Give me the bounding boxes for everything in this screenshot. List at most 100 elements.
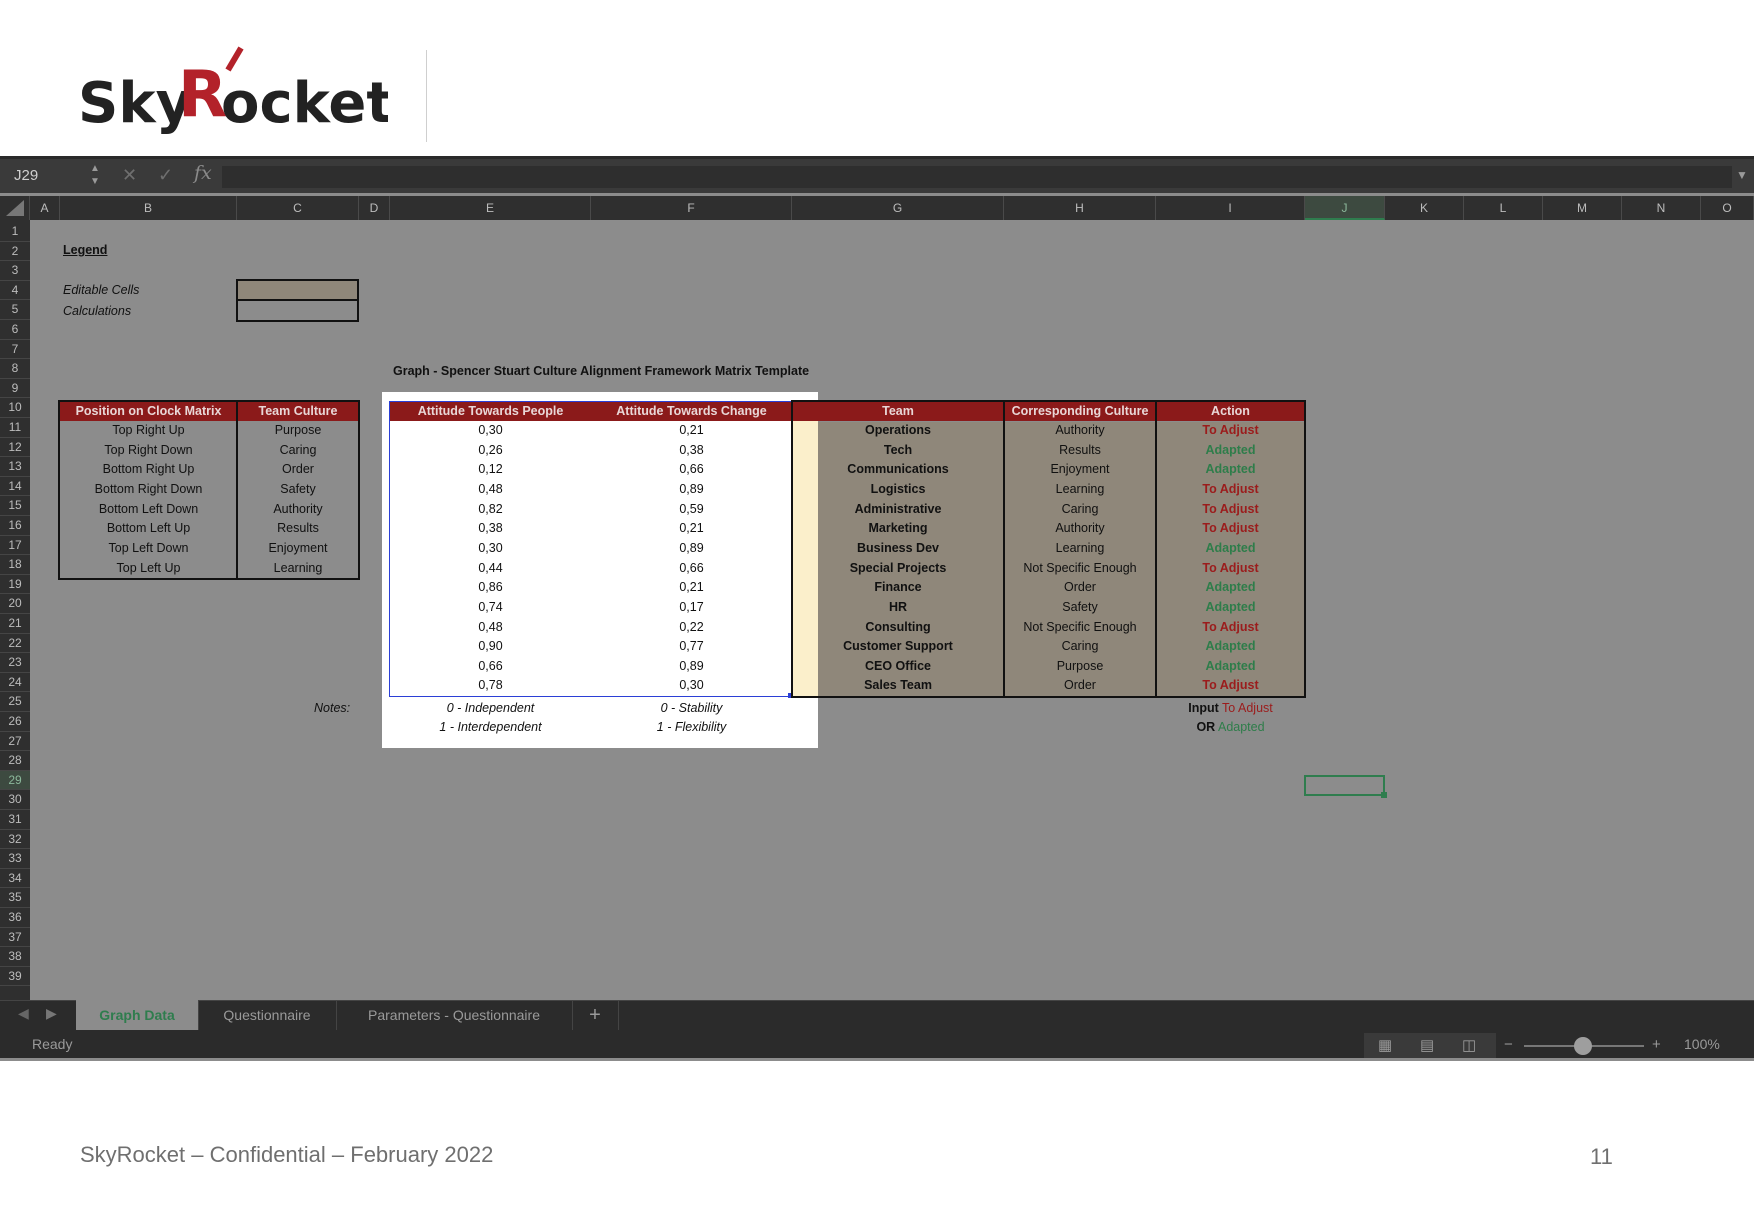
people-value-cell[interactable]: 0,74 xyxy=(390,600,591,614)
row-header[interactable]: 11 xyxy=(0,418,30,438)
change-value-cell[interactable]: 0,66 xyxy=(591,462,792,476)
tab-scroll-left-icon[interactable]: ◀ xyxy=(18,1005,29,1022)
row-header[interactable]: 22 xyxy=(0,634,30,654)
name-box[interactable]: J29 xyxy=(6,163,102,189)
people-value-cell[interactable]: 0,48 xyxy=(390,482,591,496)
row-header[interactable]: 38 xyxy=(0,947,30,967)
column-header-b[interactable]: B xyxy=(60,196,237,220)
row-header[interactable]: 26 xyxy=(0,712,30,732)
tab-scroll-right-icon[interactable]: ▶ xyxy=(46,1005,57,1022)
people-value-cell[interactable]: 0,30 xyxy=(390,423,591,437)
column-header-h[interactable]: H xyxy=(1004,196,1156,220)
change-value-cell[interactable]: 0,66 xyxy=(591,561,792,575)
active-cell-handle[interactable] xyxy=(1381,792,1387,798)
namebox-up-icon[interactable]: ▲ xyxy=(90,163,100,174)
row-header[interactable]: 13 xyxy=(0,457,30,477)
legend-editable-swatch[interactable] xyxy=(236,279,359,301)
zoom-slider-thumb[interactable] xyxy=(1574,1037,1592,1055)
people-value-cell[interactable]: 0,86 xyxy=(390,580,591,594)
row-header[interactable]: 24 xyxy=(0,673,30,693)
row-header[interactable]: 37 xyxy=(0,928,30,948)
people-value-cell[interactable]: 0,44 xyxy=(390,561,591,575)
row-header[interactable]: 4 xyxy=(0,281,30,301)
column-header-d[interactable]: D xyxy=(359,196,390,220)
row-header[interactable]: 1 xyxy=(0,222,30,242)
change-value-cell[interactable]: 0,89 xyxy=(591,482,792,496)
row-header[interactable]: 15 xyxy=(0,496,30,516)
row-header[interactable]: 25 xyxy=(0,692,30,712)
row-header[interactable]: 19 xyxy=(0,575,30,595)
row-header[interactable]: 31 xyxy=(0,810,30,830)
people-value-cell[interactable]: 0,12 xyxy=(390,462,591,476)
row-header[interactable]: 2 xyxy=(0,242,30,262)
row-header[interactable]: 27 xyxy=(0,732,30,752)
column-header-l[interactable]: L xyxy=(1464,196,1543,220)
action-cell[interactable]: To Adjust xyxy=(1156,678,1305,692)
row-header[interactable]: 16 xyxy=(0,516,30,536)
row-header[interactable]: 6 xyxy=(0,320,30,340)
change-value-cell[interactable]: 0,22 xyxy=(591,620,792,634)
page-break-view-icon[interactable]: ◫ xyxy=(1462,1036,1476,1054)
team-cell[interactable]: Communications xyxy=(792,462,1004,476)
column-header-g[interactable]: G xyxy=(792,196,1004,220)
team-cell[interactable]: Special Projects xyxy=(792,561,1004,575)
action-cell[interactable]: To Adjust xyxy=(1156,502,1305,516)
team-cell[interactable]: CEO Office xyxy=(792,659,1004,673)
team-cell[interactable]: Customer Support xyxy=(792,639,1004,653)
row-header[interactable]: 17 xyxy=(0,536,30,556)
column-header-m[interactable]: M xyxy=(1543,196,1622,220)
cancel-icon[interactable]: ✕ xyxy=(122,165,137,186)
tab-questionnaire[interactable]: Questionnaire xyxy=(198,1000,337,1030)
column-header-e[interactable]: E xyxy=(390,196,591,220)
active-cell[interactable] xyxy=(1304,775,1385,796)
team-cell[interactable]: Administrative xyxy=(792,502,1004,516)
action-cell[interactable]: To Adjust xyxy=(1156,423,1305,437)
row-header[interactable]: 9 xyxy=(0,379,30,399)
people-value-cell[interactable]: 0,78 xyxy=(390,678,591,692)
action-cell[interactable]: To Adjust xyxy=(1156,561,1305,575)
formula-input[interactable] xyxy=(222,166,1732,188)
column-header-a[interactable]: A xyxy=(30,196,60,220)
column-header-i[interactable]: I xyxy=(1156,196,1305,220)
change-value-cell[interactable]: 0,89 xyxy=(591,659,792,673)
row-header[interactable]: 14 xyxy=(0,477,30,497)
team-cell[interactable]: Sales Team xyxy=(792,678,1004,692)
zoom-out-icon[interactable]: − xyxy=(1504,1036,1513,1053)
change-value-cell[interactable]: 0,30 xyxy=(591,678,792,692)
column-header-n[interactable]: N xyxy=(1622,196,1701,220)
page-layout-view-icon[interactable]: ▤ xyxy=(1420,1036,1434,1054)
change-value-cell[interactable]: 0,21 xyxy=(591,423,792,437)
confirm-icon[interactable]: ✓ xyxy=(158,165,173,186)
tab-parameters-questionnaire[interactable]: Parameters - Questionnaire xyxy=(336,1000,573,1030)
zoom-level[interactable]: 100% xyxy=(1684,1036,1720,1052)
row-header[interactable]: 12 xyxy=(0,438,30,458)
zoom-in-icon[interactable]: + xyxy=(1652,1036,1661,1053)
row-header[interactable]: 39 xyxy=(0,967,30,987)
row-header[interactable]: 29 xyxy=(0,770,30,791)
column-header-c[interactable]: C xyxy=(237,196,359,220)
row-header[interactable]: 10 xyxy=(0,398,30,418)
row-header[interactable]: 36 xyxy=(0,908,30,928)
row-header[interactable]: 33 xyxy=(0,849,30,869)
action-cell[interactable]: Adapted xyxy=(1156,462,1305,476)
people-value-cell[interactable]: 0,90 xyxy=(390,639,591,653)
team-cell[interactable]: Tech xyxy=(792,443,1004,457)
people-value-cell[interactable]: 0,38 xyxy=(390,521,591,535)
team-cell[interactable]: Logistics xyxy=(792,482,1004,496)
function-icon[interactable]: fx xyxy=(194,162,212,184)
action-cell[interactable]: Adapted xyxy=(1156,639,1305,653)
row-header[interactable]: 8 xyxy=(0,359,30,379)
people-value-cell[interactable]: 0,26 xyxy=(390,443,591,457)
people-value-cell[interactable]: 0,48 xyxy=(390,620,591,634)
people-value-cell[interactable]: 0,66 xyxy=(390,659,591,673)
row-header[interactable]: 34 xyxy=(0,869,30,889)
row-header[interactable]: 28 xyxy=(0,751,30,771)
team-cell[interactable]: Marketing xyxy=(792,521,1004,535)
row-header[interactable]: 30 xyxy=(0,790,30,810)
row-header[interactable]: 18 xyxy=(0,555,30,575)
row-header[interactable]: 3 xyxy=(0,261,30,281)
action-cell[interactable]: Adapted xyxy=(1156,659,1305,673)
team-cell[interactable]: Operations xyxy=(792,423,1004,437)
change-value-cell[interactable]: 0,38 xyxy=(591,443,792,457)
change-value-cell[interactable]: 0,21 xyxy=(591,580,792,594)
